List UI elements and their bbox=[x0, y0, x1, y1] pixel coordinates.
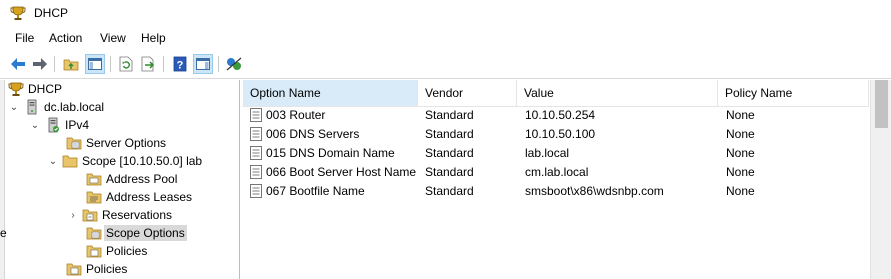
option-icon bbox=[250, 146, 262, 160]
chevron-down-icon[interactable]: ⌄ bbox=[47, 156, 59, 167]
cell-policy-name: None bbox=[726, 184, 755, 198]
tree-label: Policies bbox=[86, 262, 128, 276]
address-leases-icon bbox=[86, 191, 102, 204]
option-icon bbox=[250, 165, 262, 179]
title-bar: DHCP bbox=[0, 0, 891, 26]
list-header: Option Name Vendor Value Policy Name bbox=[242, 80, 869, 107]
tree-item-dhcp[interactable]: DHCP bbox=[8, 80, 62, 98]
options-list: Option Name Vendor Value Policy Name 003… bbox=[242, 80, 869, 279]
vertical-scrollbar[interactable] bbox=[870, 80, 891, 279]
tree-item-scope[interactable]: ⌄ Scope [10.10.50.0] lab bbox=[47, 152, 202, 170]
list-item[interactable]: 066 Boot Server Host Name Standard cm.la… bbox=[242, 163, 869, 182]
tree-label: Reservations bbox=[102, 208, 173, 222]
tree-item-address-leases[interactable]: Address Leases bbox=[86, 188, 192, 206]
cell-option-name: 015 DNS Domain Name bbox=[266, 146, 395, 160]
list-item[interactable]: 003 Router Standard 10.10.50.254 None bbox=[242, 106, 869, 125]
tree-label: Address Pool bbox=[106, 172, 178, 186]
cell-vendor: Standard bbox=[425, 127, 474, 141]
chevron-down-icon[interactable]: ⌄ bbox=[29, 120, 41, 131]
back-icon[interactable] bbox=[8, 54, 28, 74]
cell-option-name: 003 Router bbox=[266, 108, 326, 122]
options-folder-icon bbox=[86, 227, 102, 240]
cell-policy-name: None bbox=[726, 146, 755, 160]
cell-value: smsboot\x86\wdsnbp.com bbox=[525, 184, 664, 198]
column-vendor[interactable]: Vendor bbox=[418, 80, 517, 106]
dhcp-tool-icon[interactable] bbox=[224, 54, 244, 74]
cell-option-name: 067 Bootfile Name bbox=[266, 184, 365, 198]
tree-item-address-pool[interactable]: Address Pool bbox=[86, 170, 177, 188]
toolbar-separator bbox=[54, 56, 55, 72]
cell-vendor: Standard bbox=[425, 165, 474, 179]
help-icon[interactable]: ? bbox=[170, 54, 190, 74]
cell-vendor: Standard bbox=[425, 108, 474, 122]
cell-vendor: Standard bbox=[425, 184, 474, 198]
svg-text:?: ? bbox=[177, 60, 184, 72]
option-icon bbox=[250, 108, 262, 122]
tree-label: Policies bbox=[106, 244, 148, 258]
toolbar: ? bbox=[0, 50, 891, 79]
menu-action[interactable]: Action bbox=[47, 31, 84, 45]
cell-policy-name: None bbox=[726, 108, 755, 122]
policies-folder-icon bbox=[86, 245, 102, 258]
cell-value: 10.10.50.100 bbox=[525, 127, 596, 141]
scrollbar-thumb[interactable] bbox=[875, 80, 888, 128]
server-icon bbox=[27, 99, 37, 115]
tree-item-scope-options[interactable]: Scope Options bbox=[86, 224, 187, 242]
cell-policy-name: None bbox=[726, 165, 755, 179]
chevron-right-icon[interactable]: › bbox=[67, 210, 79, 221]
menu-bar: File Action View Help bbox=[0, 27, 891, 49]
list-item[interactable]: 015 DNS Domain Name Standard lab.local N… bbox=[242, 144, 869, 163]
menu-help[interactable]: Help bbox=[139, 31, 168, 45]
toolbar-separator bbox=[218, 56, 219, 72]
cell-value: 10.10.50.254 bbox=[525, 108, 596, 122]
dhcp-trophy-icon bbox=[8, 82, 24, 96]
address-pool-icon bbox=[86, 173, 102, 186]
column-option-name[interactable]: Option Name bbox=[243, 80, 418, 106]
column-value[interactable]: Value bbox=[517, 80, 718, 106]
cell-policy-name: None bbox=[726, 127, 755, 141]
action-pane-icon[interactable] bbox=[193, 54, 213, 74]
export-list-icon[interactable] bbox=[139, 54, 159, 74]
folder-icon bbox=[62, 155, 78, 168]
toolbar-separator bbox=[110, 56, 111, 72]
tree-label: DHCP bbox=[28, 82, 63, 96]
dhcp-trophy-icon bbox=[10, 6, 26, 20]
ipv4-server-icon bbox=[48, 117, 59, 133]
tree-label: Server Options bbox=[86, 136, 167, 150]
reservations-icon bbox=[82, 209, 98, 222]
options-folder-icon bbox=[66, 137, 82, 150]
cell-value: cm.lab.local bbox=[525, 165, 589, 179]
cell-option-name: 066 Boot Server Host Name bbox=[266, 165, 417, 179]
forward-icon[interactable] bbox=[30, 54, 50, 74]
tree-item-scope-policies[interactable]: Policies bbox=[86, 242, 147, 260]
show-hide-tree-icon[interactable] bbox=[85, 54, 105, 74]
tree-label: Scope Options bbox=[104, 225, 187, 241]
column-policy-name[interactable]: Policy Name bbox=[718, 80, 869, 106]
tree-item-ipv4[interactable]: ⌄ IPv4 bbox=[29, 116, 89, 134]
tree-item-server[interactable]: ⌄ dc.lab.local bbox=[8, 98, 104, 116]
tree-item-policies[interactable]: Policies bbox=[66, 260, 127, 278]
chevron-down-icon[interactable]: ⌄ bbox=[8, 102, 20, 113]
cell-value: lab.local bbox=[525, 146, 570, 160]
console-tree: DHCP ⌄ dc.lab.local ⌄ IPv4 Server Option… bbox=[0, 80, 240, 279]
up-folder-icon[interactable] bbox=[61, 54, 81, 74]
option-icon bbox=[250, 127, 262, 141]
cell-vendor: Standard bbox=[425, 146, 474, 160]
tree-label: dc.lab.local bbox=[44, 100, 105, 114]
tree-label: Address Leases bbox=[106, 190, 193, 204]
tree-item-server-options[interactable]: Server Options bbox=[66, 134, 166, 152]
tree-label: IPv4 bbox=[65, 118, 90, 132]
tree-label: Scope [10.10.50.0] lab bbox=[82, 154, 203, 168]
refresh-icon[interactable] bbox=[116, 54, 136, 74]
toolbar-separator bbox=[163, 56, 164, 72]
option-icon bbox=[250, 184, 262, 198]
list-item[interactable]: 006 DNS Servers Standard 10.10.50.100 No… bbox=[242, 125, 869, 144]
policies-folder-icon bbox=[66, 263, 82, 276]
menu-view[interactable]: View bbox=[98, 31, 128, 45]
cell-option-name: 006 DNS Servers bbox=[266, 127, 360, 141]
menu-file[interactable]: File bbox=[13, 31, 36, 45]
window-title: DHCP bbox=[34, 6, 69, 20]
list-item[interactable]: 067 Bootfile Name Standard smsboot\x86\w… bbox=[242, 182, 869, 201]
tree-item-reservations[interactable]: › Reservations bbox=[67, 206, 172, 224]
